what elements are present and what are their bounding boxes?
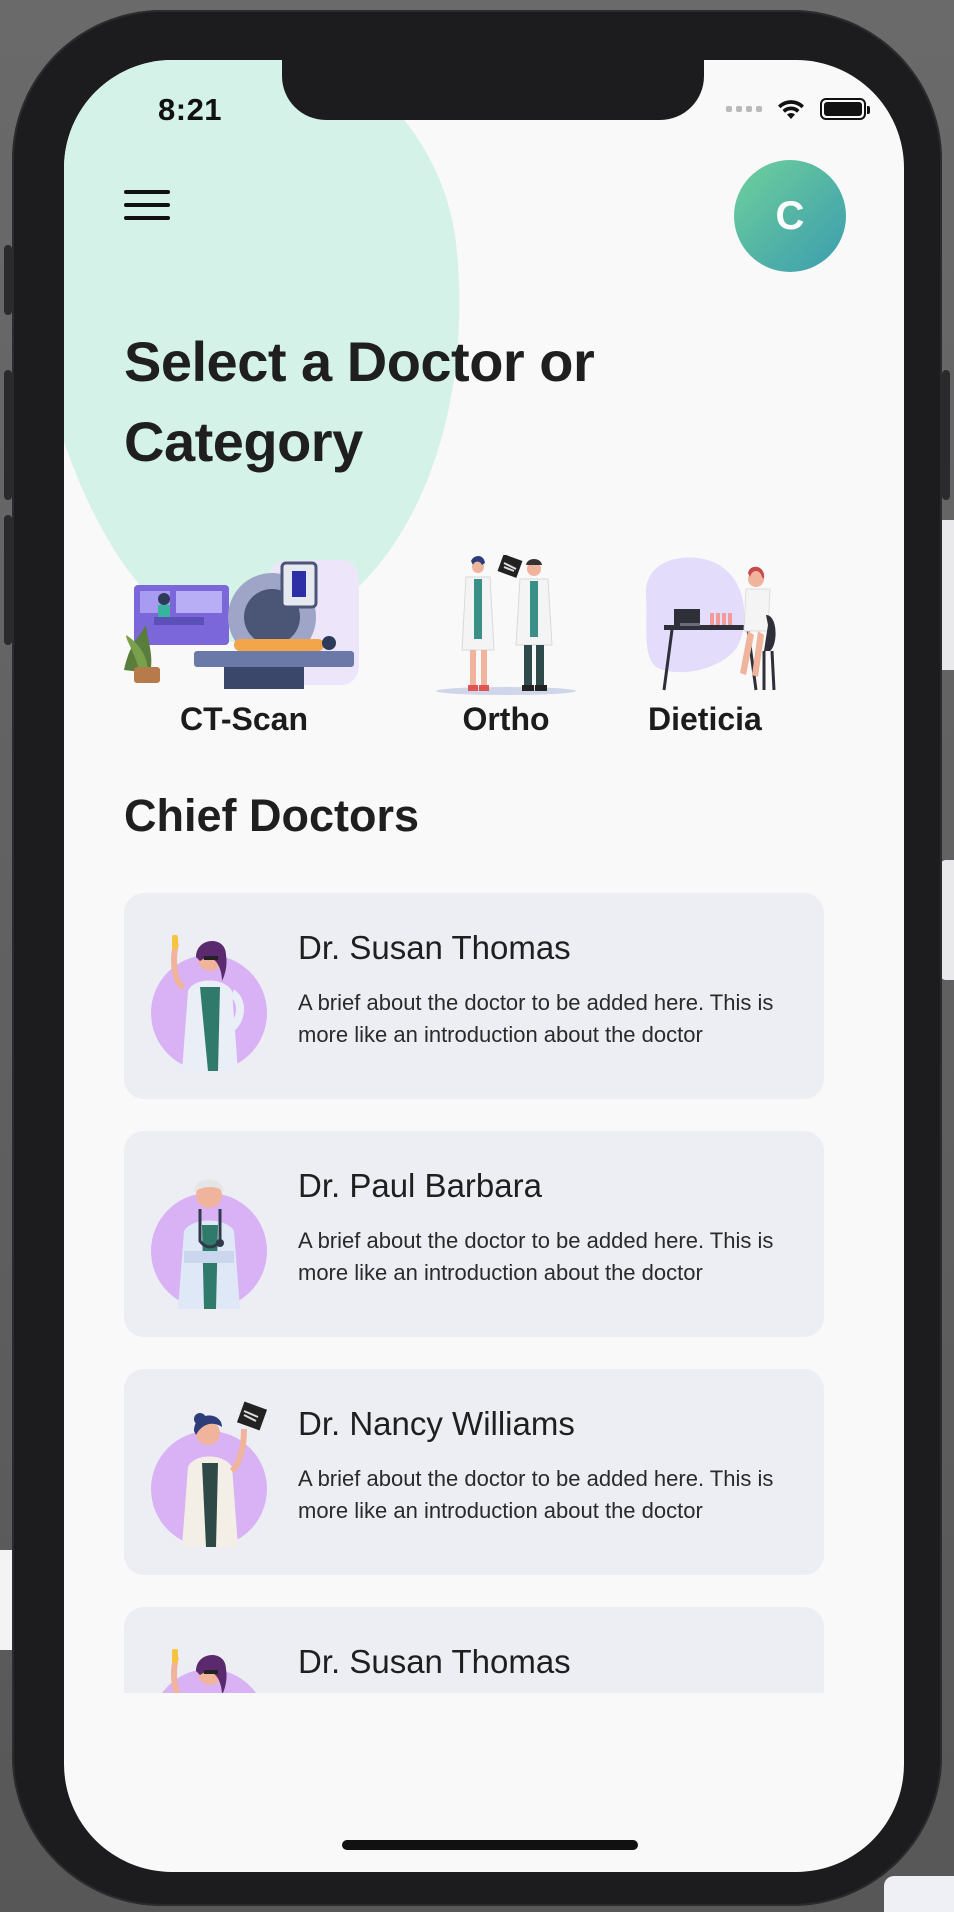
doctor-brief: A brief about the doctor to be added her… xyxy=(298,1228,774,1285)
doctor-card[interactable]: Dr. Susan Thomas A brief about the docto… xyxy=(124,893,824,1099)
mute-switch xyxy=(4,245,12,315)
doctor-portrait xyxy=(151,1179,267,1309)
ortho-doctors-illustration xyxy=(436,555,576,695)
doctor-name: Dr. Paul Barbara xyxy=(298,1167,542,1204)
doctor-name: Dr. Susan Thomas xyxy=(298,1643,571,1680)
status-icons xyxy=(726,96,870,122)
category-label: Dieticia xyxy=(648,701,762,737)
ct-scan-illustration xyxy=(124,560,359,689)
doctor-name: Dr. Nancy Williams xyxy=(298,1405,575,1442)
doctor-name: Dr. Susan Thomas xyxy=(298,929,571,966)
background-window xyxy=(0,1550,12,1650)
doctor-card[interactable]: Dr. Nancy Williams A brief about the doc… xyxy=(124,1369,824,1575)
doctor-portrait xyxy=(151,935,267,1071)
power-button xyxy=(942,370,950,500)
profile-avatar[interactable]: C xyxy=(734,160,846,272)
doctor-brief: A brief about the doctor to be added her… xyxy=(298,990,774,1047)
category-ortho[interactable]: Ortho xyxy=(386,555,626,765)
notch xyxy=(282,60,704,120)
hamburger-menu-icon[interactable] xyxy=(124,190,170,224)
category-dietician[interactable]: Dieticia xyxy=(644,555,844,765)
avatar-initial: C xyxy=(775,193,805,238)
volume-up-button xyxy=(4,370,12,500)
doctor-portrait xyxy=(151,1401,268,1547)
battery-icon xyxy=(820,98,870,120)
category-ct-scan[interactable]: CT-Scan xyxy=(124,555,364,765)
category-label: Ortho xyxy=(462,701,550,737)
page-title: Select a Doctor or Category xyxy=(124,330,595,473)
dietician-illustration xyxy=(645,557,776,691)
status-time: 8:21 xyxy=(158,92,223,127)
section-title: Chief Doctors xyxy=(124,790,420,841)
background-window xyxy=(884,1876,954,1912)
wifi-icon xyxy=(778,100,804,119)
cellular-signal-icon xyxy=(726,106,762,112)
doctor-card[interactable]: Dr. Paul Barbara A brief about the docto… xyxy=(124,1131,824,1337)
doctor-card[interactable]: Dr. Susan Thomas xyxy=(124,1607,824,1693)
doctor-list[interactable]: Dr. Susan Thomas A brief about the docto… xyxy=(124,893,824,1693)
doctor-brief: A brief about the doctor to be added her… xyxy=(298,1466,774,1523)
background-window xyxy=(940,860,954,980)
home-indicator[interactable] xyxy=(342,1840,638,1850)
app-screen: 8:21 C Select a Doctor or Category CT-Sc… xyxy=(64,60,904,1872)
category-carousel[interactable]: CT-Scan Ortho Dieticia xyxy=(124,555,844,765)
doctor-portrait xyxy=(162,1649,256,1693)
volume-down-button xyxy=(4,515,12,645)
category-label: CT-Scan xyxy=(179,701,309,737)
phone-frame: 8:21 C Select a Doctor or Category CT-Sc… xyxy=(4,10,950,1906)
